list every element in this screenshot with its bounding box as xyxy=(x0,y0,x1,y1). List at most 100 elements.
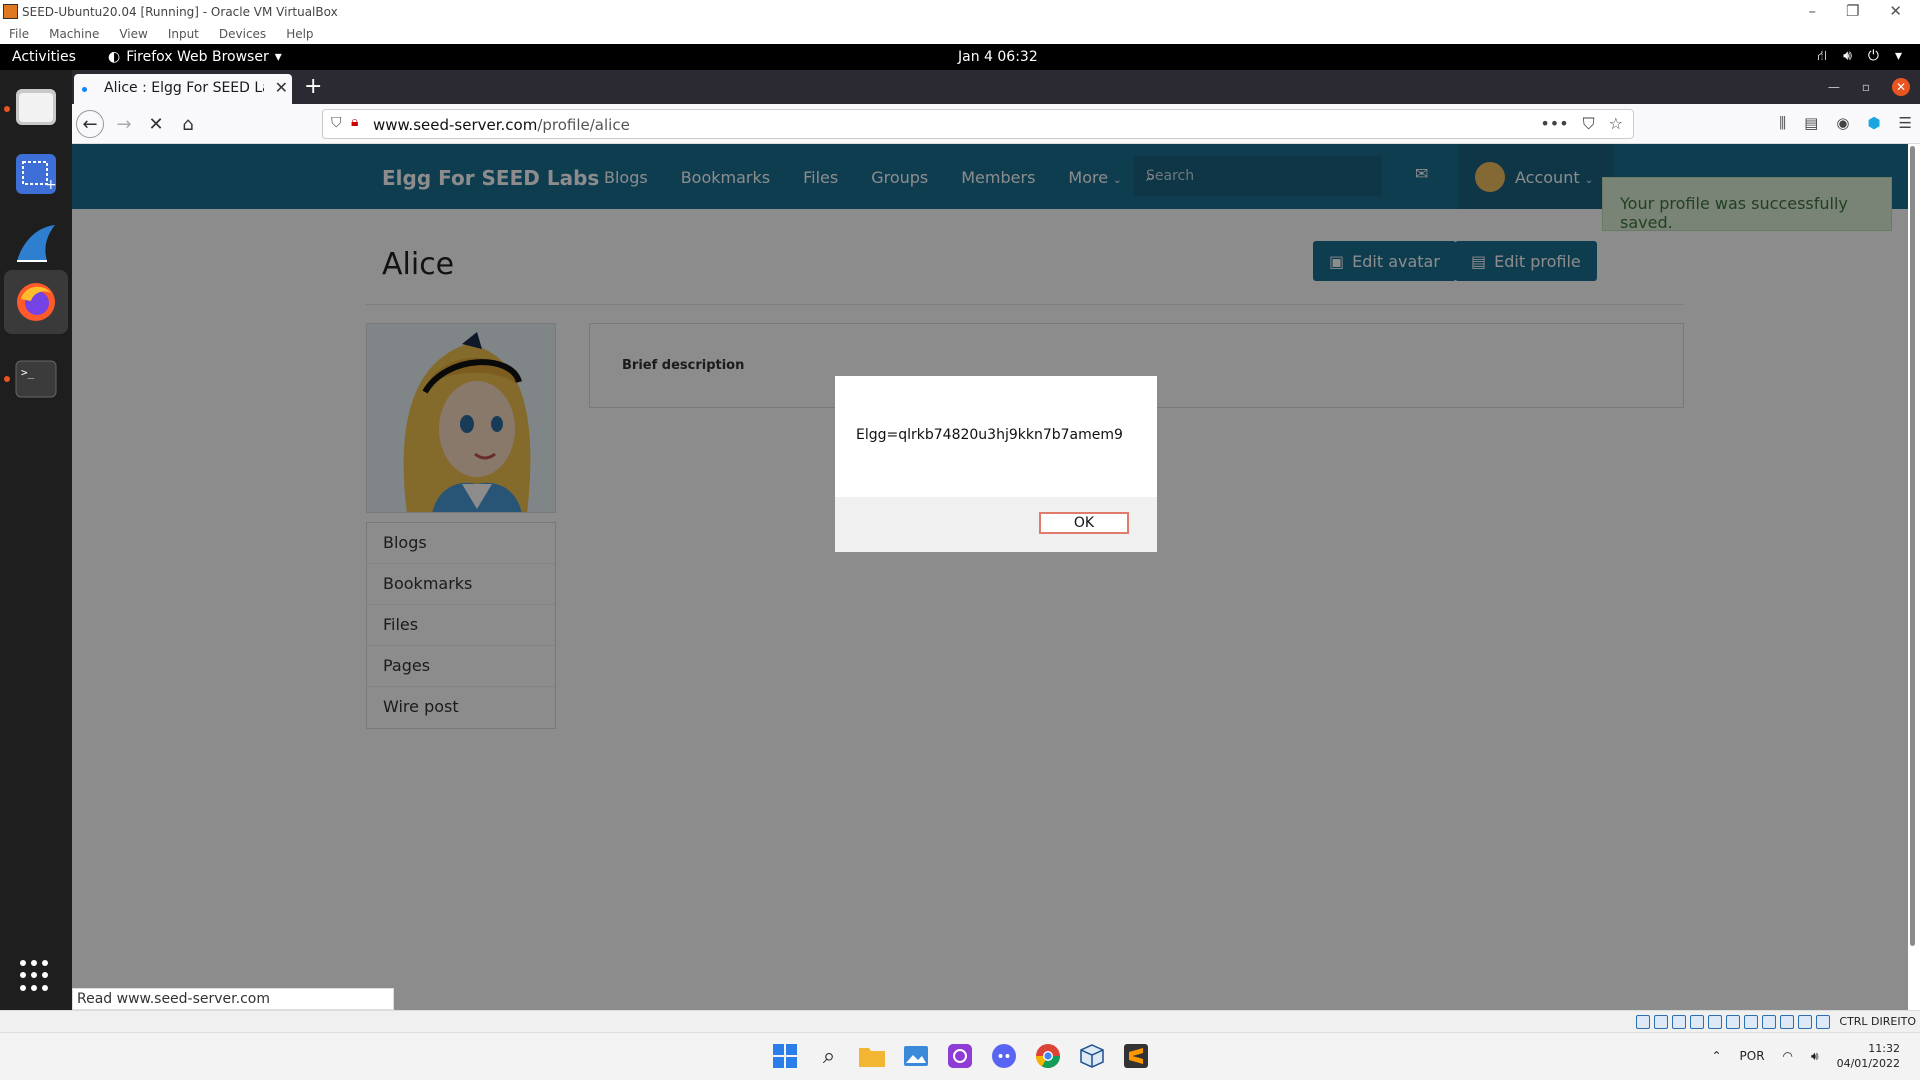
alert-message: Elgg=qlrkb74820u3hj9kkn7b7amem9 xyxy=(856,427,1123,443)
menu-machine[interactable]: Machine xyxy=(49,27,99,44)
app-menu-label: Firefox Web Browser xyxy=(126,49,269,65)
host-key-label: CTRL DIREITO xyxy=(1839,1015,1916,1028)
network-adapter-icon[interactable] xyxy=(1690,1015,1704,1029)
ok-button[interactable]: OK xyxy=(1039,512,1129,534)
close-icon[interactable]: ✕ xyxy=(1889,2,1902,20)
caret-down-icon[interactable]: ▾ xyxy=(1895,48,1902,66)
wireshark-app-icon[interactable] xyxy=(12,220,60,268)
firefox-app-icon[interactable] xyxy=(4,270,68,334)
files-app-icon[interactable] xyxy=(12,82,60,130)
wifi-icon[interactable]: ◠ xyxy=(1783,1049,1793,1063)
mouse-integration-icon[interactable] xyxy=(1798,1015,1812,1029)
display-icon[interactable] xyxy=(1744,1015,1758,1029)
power-icon[interactable]: ⏻ xyxy=(1868,48,1879,66)
taskbar-date: 04/01/2022 xyxy=(1836,1057,1900,1070)
page-actions-icon[interactable]: ••• xyxy=(1540,114,1568,134)
alert-dialog: Elgg=qlrkb74820u3hj9kkn7b7amem9 OK xyxy=(835,376,1157,552)
close-tab-icon[interactable]: ✕ xyxy=(275,78,288,97)
network-icon[interactable]: ⛙ xyxy=(1817,48,1827,66)
back-icon[interactable]: ← xyxy=(76,110,104,138)
taskbar-clock[interactable]: 11:32 04/01/2022 xyxy=(1837,1041,1900,1071)
url-bar[interactable]: ⛉ 🔒︎ www.seed-server.com/profile/alice •… xyxy=(322,109,1634,139)
chevron-up-icon[interactable]: ⌃ xyxy=(1711,1049,1721,1063)
web-page: Elgg For SEED Labs Blogs Bookmarks Files… xyxy=(72,144,1908,1010)
status-panel: Read www.seed-server.com xyxy=(72,988,394,1010)
menu-devices[interactable]: Devices xyxy=(219,27,266,44)
virtualbox-menu-bar: File Machine View Input Devices Help xyxy=(0,24,1920,44)
app-icon[interactable] xyxy=(945,1041,975,1071)
close-window-icon[interactable]: ✕ xyxy=(1892,78,1910,96)
usb-icon[interactable] xyxy=(1708,1015,1722,1029)
windows-start-icon[interactable] xyxy=(770,1041,800,1071)
shared-folders-icon[interactable] xyxy=(1726,1015,1740,1029)
taskbar-time: 11:32 xyxy=(1868,1042,1900,1055)
audio-icon[interactable] xyxy=(1672,1015,1686,1029)
optical-drive-icon[interactable] xyxy=(1654,1015,1668,1029)
pocket-icon[interactable]: ⛉ xyxy=(1583,114,1595,134)
svg-text:+: + xyxy=(45,177,57,193)
file-explorer-icon[interactable] xyxy=(857,1041,887,1071)
virtualbox-status-bar: CTRL DIREITO xyxy=(0,1010,1920,1032)
cpu-icon[interactable] xyxy=(1780,1015,1794,1029)
sublime-icon[interactable] xyxy=(1121,1041,1151,1071)
shield-icon[interactable]: ⛉ xyxy=(331,115,342,131)
app-menu[interactable]: ◐ Firefox Web Browser ▾ xyxy=(108,49,282,65)
running-indicator xyxy=(4,376,10,382)
new-tab-icon[interactable]: + xyxy=(304,74,322,99)
recording-icon[interactable] xyxy=(1762,1015,1776,1029)
language-indicator[interactable]: POR xyxy=(1740,1049,1765,1063)
screenshot-app-icon[interactable]: + xyxy=(12,150,60,198)
url-text: www.seed-server.com/profile/alice xyxy=(373,116,630,134)
firefox-nav-bar: ← → ✕ ⌂ ⛉ 🔒︎ www.seed-server.com/profile… xyxy=(72,104,1920,144)
menu-icon[interactable]: ☰ xyxy=(1899,114,1912,132)
activities-button[interactable]: Activities xyxy=(12,49,76,65)
minimize-icon[interactable]: — xyxy=(1828,80,1840,94)
system-tray: ⌃ POR ◠ 🔊︎ 11:32 04/01/2022 xyxy=(1711,1041,1900,1071)
menu-input[interactable]: Input xyxy=(168,27,199,44)
discord-icon[interactable] xyxy=(989,1041,1019,1071)
minimize-icon[interactable]: – xyxy=(1808,2,1816,20)
keyboard-icon[interactable] xyxy=(1816,1015,1830,1029)
caret-down-icon: ▾ xyxy=(274,49,282,65)
virtualbox-icon xyxy=(3,4,18,19)
stop-loading-icon[interactable]: ✕ xyxy=(142,110,170,138)
running-indicator xyxy=(4,106,10,112)
svg-text:>_: >_ xyxy=(21,366,35,379)
insecure-lock-icon[interactable]: 🔒︎ xyxy=(351,114,358,130)
virtualbox-title-bar: SEED-Ubuntu20.04 [Running] - Oracle VM V… xyxy=(0,0,1920,24)
restore-icon[interactable]: ▫ xyxy=(1862,80,1870,94)
volume-icon[interactable]: 🔊︎ xyxy=(1811,1049,1819,1064)
firefox-small-icon: ◐ xyxy=(108,49,121,65)
hard-disk-icon[interactable] xyxy=(1636,1015,1650,1029)
account-icon[interactable]: ◉ xyxy=(1836,114,1849,132)
forward-icon[interactable]: → xyxy=(110,110,138,138)
menu-file[interactable]: File xyxy=(9,27,29,44)
windows-taskbar: ⌕ ⌃ POR ◠ 🔊︎ 11:32 04/01/2022 xyxy=(0,1032,1920,1080)
sidebar-icon[interactable]: ▤ xyxy=(1804,114,1818,132)
photos-icon[interactable] xyxy=(901,1041,931,1071)
firefox-tab-strip: Alice : Elgg For SEED Labs ✕ + — ▫ ✕ xyxy=(72,70,1920,104)
extension-icon[interactable]: ⬢ xyxy=(1867,114,1880,132)
scrollbar[interactable] xyxy=(1910,146,1915,946)
home-icon[interactable]: ⌂ xyxy=(174,110,202,138)
terminal-app-icon[interactable]: >_ xyxy=(12,355,60,403)
window-title: SEED-Ubuntu20.04 [Running] - Oracle VM V… xyxy=(22,5,338,19)
modal-overlay xyxy=(72,144,1908,1010)
gnome-top-bar: Activities ◐ Firefox Web Browser ▾ Jan 4… xyxy=(0,44,1920,70)
menu-help[interactable]: Help xyxy=(286,27,313,44)
library-icon[interactable]: ⫼ xyxy=(1779,114,1786,132)
loading-dot-icon xyxy=(82,87,87,92)
chrome-icon[interactable] xyxy=(1033,1041,1063,1071)
tab-alice-profile[interactable]: Alice : Elgg For SEED Labs ✕ xyxy=(74,74,292,104)
restore-icon[interactable]: ❐ xyxy=(1846,2,1859,20)
search-icon[interactable]: ⌕ xyxy=(814,1041,844,1071)
tab-title: Alice : Elgg For SEED Labs xyxy=(104,80,264,96)
volume-icon[interactable]: 🔊︎ xyxy=(1843,48,1852,66)
ubuntu-dock: + >_ xyxy=(0,70,72,1010)
clock[interactable]: Jan 4 06:32 xyxy=(958,49,1038,65)
bookmark-star-icon[interactable]: ☆ xyxy=(1609,114,1623,134)
alert-footer: OK xyxy=(835,497,1157,552)
menu-view[interactable]: View xyxy=(119,27,147,44)
show-applications-icon[interactable] xyxy=(20,960,52,992)
virtualbox-taskbar-icon[interactable] xyxy=(1077,1041,1107,1071)
